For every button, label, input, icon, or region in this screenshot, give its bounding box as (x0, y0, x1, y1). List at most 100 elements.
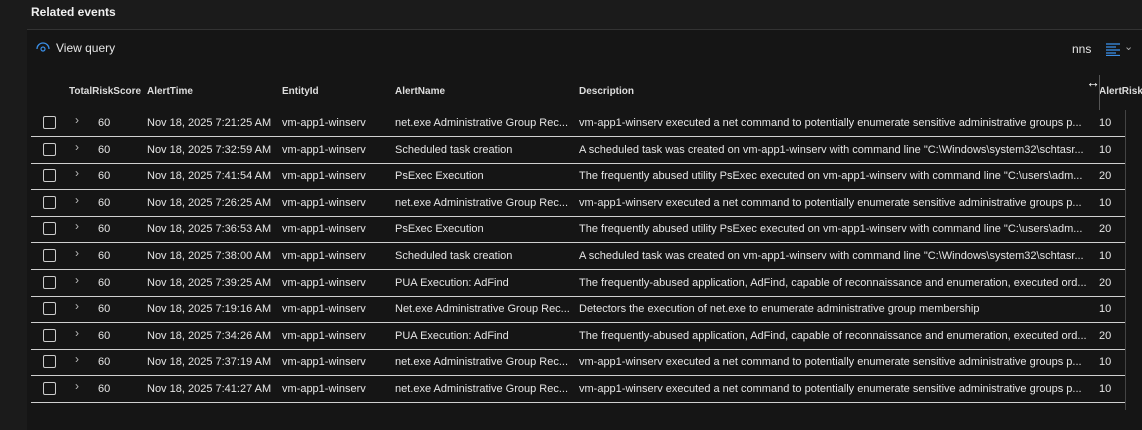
cell-alert-name: net.exe Administrative Group Rec... (395, 356, 569, 369)
cell-total-risk-score: 60 (98, 329, 111, 342)
cell-entity-id: vm-app1-winserv (282, 170, 366, 183)
table-row[interactable]: › 60 Nov 18, 2025 7:21:25 AM vm-app1-winser… (31, 110, 1125, 137)
row-checkbox[interactable] (43, 382, 56, 395)
cell-alert-time: Nov 18, 2025 7:21:25 AM (147, 117, 272, 129)
table-row[interactable]: › 60 Nov 18, 2025 7:36:53 AM vm-app1-winser… (31, 216, 1125, 244)
expand-chevron-icon[interactable]: › (75, 299, 79, 313)
row-checkbox[interactable] (43, 142, 56, 156)
cell-total-risk-score: 60 (98, 170, 111, 183)
cell-alert-risk-score: 10 (1099, 196, 1112, 209)
cell-alert-time: Nov 18, 2025 7:32:59 AM (147, 143, 272, 156)
cell-description: A scheduled task was created on vm-app1-… (579, 250, 1084, 262)
cell-entity-id: vm-app1-winserv (282, 143, 366, 156)
cell-description: vm-app1-winserv executed a net command t… (579, 117, 1082, 129)
cell-alert-risk-score: 10 (1099, 117, 1112, 129)
cell-entity-id: vm-app1-winserv (282, 329, 366, 342)
row-checkbox[interactable] (43, 355, 56, 369)
cell-alert-name: PUA Execution: AdFind (395, 329, 509, 342)
table-row[interactable]: › 60 Nov 18, 2025 7:39:25 AM vm-app1-winser… (31, 270, 1125, 297)
table-row[interactable]: › 60 Nov 18, 2025 7:41:27 AM vm-app1-winser… (31, 376, 1125, 403)
cell-alert-risk-score: 10 (1099, 143, 1112, 156)
expand-chevron-icon[interactable]: › (75, 273, 79, 287)
table-row[interactable]: › 60 Nov 18, 2025 7:38:00 AM vm-app1-winser… (31, 243, 1125, 270)
cell-alert-time: Nov 18, 2025 7:38:00 AM (147, 250, 272, 262)
cell-alert-name: Scheduled task creation (395, 250, 513, 262)
cell-description: vm-app1-winserv executed a net command t… (579, 383, 1082, 395)
section-title: Related events (31, 5, 116, 19)
chevron-down-icon[interactable]: ⌄ (1124, 40, 1133, 53)
column-header-alertname[interactable]: AlertName (395, 86, 445, 97)
cell-alert-time: Nov 18, 2025 7:26:25 AM (147, 196, 272, 209)
column-header-entityid[interactable]: EntityId (282, 86, 319, 97)
cell-alert-risk-score: 10 (1099, 250, 1112, 262)
columns-button[interactable]: nns (1072, 42, 1091, 56)
column-header-alerttime[interactable]: AlertTime (147, 86, 193, 97)
cell-alert-name: net.exe Administrative Group Rec... (395, 117, 569, 129)
cell-entity-id: vm-app1-winserv (282, 303, 366, 316)
cell-entity-id: vm-app1-winserv (282, 276, 366, 289)
expand-chevron-icon[interactable]: › (75, 219, 79, 233)
row-checkbox[interactable] (43, 116, 56, 129)
list-view-icon[interactable] (1106, 42, 1120, 56)
row-checkbox[interactable] (43, 195, 56, 209)
table-row[interactable]: › 60 Nov 18, 2025 7:19:16 AM vm-app1-winser… (31, 296, 1125, 324)
table-row[interactable]: › 60 Nov 18, 2025 7:26:25 AM vm-app1-winser… (31, 190, 1125, 217)
cell-total-risk-score: 60 (98, 250, 111, 262)
column-resize-handle[interactable]: ↔ (1086, 74, 1100, 90)
cell-alert-name: Net.exe Administrative Group Rec... (395, 303, 570, 316)
table-row[interactable]: › 60 Nov 18, 2025 7:41:54 AM vm-app1-winser… (31, 163, 1125, 191)
cell-alert-time: Nov 18, 2025 7:37:19 AM (147, 356, 272, 369)
view-query-label: View query (56, 41, 116, 55)
cell-total-risk-score: 60 (98, 196, 111, 209)
column-divider (1099, 75, 1100, 110)
cell-entity-id: vm-app1-winserv (282, 117, 366, 129)
cell-description: Detectors the execution of net.exe to en… (579, 303, 980, 316)
cell-total-risk-score: 60 (98, 356, 111, 369)
cell-entity-id: vm-app1-winserv (282, 196, 366, 209)
cell-alert-time: Nov 18, 2025 7:41:27 AM (147, 383, 272, 395)
cell-alert-risk-score: 10 (1099, 383, 1112, 395)
cell-entity-id: vm-app1-winserv (282, 383, 366, 395)
column-header-totalriskscore[interactable]: TotalRiskScore (69, 86, 141, 97)
expand-chevron-icon[interactable]: › (75, 140, 79, 154)
expand-chevron-icon[interactable]: › (75, 326, 79, 340)
cell-description: The frequently-abused application, AdFin… (579, 276, 1087, 289)
cell-alert-time: Nov 18, 2025 7:36:53 AM (147, 223, 272, 236)
cell-description: vm-app1-winserv executed a net command t… (579, 196, 1082, 209)
cell-description: The frequently-abused application, AdFin… (579, 329, 1087, 342)
cell-alert-name: PsExec Execution (395, 170, 484, 183)
column-header-alertrisks[interactable]: AlertRiskS (1099, 86, 1142, 97)
scrollbar-track[interactable] (1125, 110, 1126, 410)
expand-chevron-icon[interactable]: › (75, 193, 79, 207)
expand-chevron-icon[interactable]: › (75, 113, 79, 127)
cell-description: The frequently abused utility PsExec exe… (579, 170, 1083, 183)
cell-alert-time: Nov 18, 2025 7:39:25 AM (147, 276, 272, 289)
cell-total-risk-score: 60 (98, 143, 111, 156)
column-header-description[interactable]: Description (579, 86, 634, 97)
row-checkbox[interactable] (43, 328, 56, 342)
row-checkbox[interactable] (43, 249, 56, 262)
cell-entity-id: vm-app1-winserv (282, 356, 366, 369)
expand-chevron-icon[interactable]: › (75, 352, 79, 366)
cell-alert-risk-score: 20 (1099, 276, 1112, 289)
table-row[interactable]: › 60 Nov 18, 2025 7:34:26 AM vm-app1-winser… (31, 323, 1125, 350)
row-checkbox[interactable] (43, 275, 56, 289)
cell-total-risk-score: 60 (98, 117, 111, 129)
cell-description: vm-app1-winserv executed a net command t… (579, 356, 1082, 369)
row-checkbox[interactable] (43, 302, 56, 316)
expand-chevron-icon[interactable]: › (75, 379, 79, 393)
cell-total-risk-score: 60 (98, 223, 111, 236)
cell-description: The frequently abused utility PsExec exe… (579, 223, 1083, 236)
expand-chevron-icon[interactable]: › (75, 246, 79, 260)
row-checkbox[interactable] (43, 169, 56, 183)
cell-entity-id: vm-app1-winserv (282, 223, 366, 236)
expand-chevron-icon[interactable]: › (75, 166, 79, 180)
table-row[interactable]: › 60 Nov 18, 2025 7:32:59 AM vm-app1-winser… (31, 137, 1125, 164)
cell-alert-time: Nov 18, 2025 7:34:26 AM (147, 329, 272, 342)
cell-total-risk-score: 60 (98, 383, 111, 395)
cell-alert-risk-score: 20 (1099, 223, 1112, 236)
view-query-button[interactable]: View query (36, 41, 115, 55)
table-row[interactable]: › 60 Nov 18, 2025 7:37:19 AM vm-app1-winser… (31, 349, 1125, 377)
row-checkbox[interactable] (43, 222, 56, 236)
cell-alert-name: net.exe Administrative Group Rec... (395, 196, 569, 209)
